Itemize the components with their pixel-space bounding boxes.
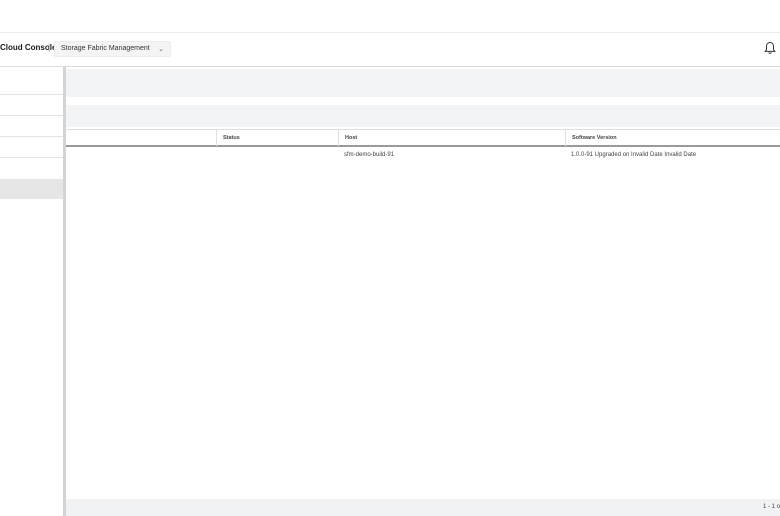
table-footer: 1 - 1 o [66, 499, 780, 516]
brand-separator: | [48, 42, 51, 52]
table-row[interactable]: sfm-demo-build-91 1.0.0-91 Upgraded on I… [66, 149, 780, 163]
sidebar-nav [0, 67, 66, 516]
sidebar-item-4[interactable] [0, 138, 63, 158]
chevron-down-icon: ⌄ [158, 46, 164, 53]
table-header: Status Host Software Version [66, 129, 780, 147]
pagination-summary: 1 - 1 o [762, 504, 780, 510]
cell-software-version: 1.0.0-91 Upgraded on Invalid Date Invali… [571, 152, 697, 158]
table-toolbar [66, 105, 780, 127]
sidebar-item-3[interactable] [0, 117, 63, 137]
app-header: Cloud Console | Storage Fabric Managemen… [0, 33, 780, 67]
app-selector-dropdown[interactable]: Storage Fabric Management ⌄ [54, 41, 171, 57]
column-header-software-version[interactable]: Software Version [565, 130, 780, 146]
column-header-host[interactable]: Host [338, 130, 565, 146]
column-header-name[interactable] [66, 130, 216, 146]
browser-top-strip [0, 0, 780, 33]
sidebar-item-5-active[interactable] [0, 179, 63, 199]
cell-host: sfm-demo-build-91 [344, 152, 395, 158]
main-content: Status Host Software Version sfm-demo-bu… [66, 67, 780, 516]
page-toolbar [66, 69, 780, 97]
sidebar-item-1[interactable] [0, 75, 63, 95]
app-selector-label: Storage Fabric Management [61, 45, 150, 52]
bell-icon[interactable] [764, 41, 776, 55]
column-header-status[interactable]: Status [216, 130, 338, 146]
sidebar-item-2[interactable] [0, 96, 63, 116]
